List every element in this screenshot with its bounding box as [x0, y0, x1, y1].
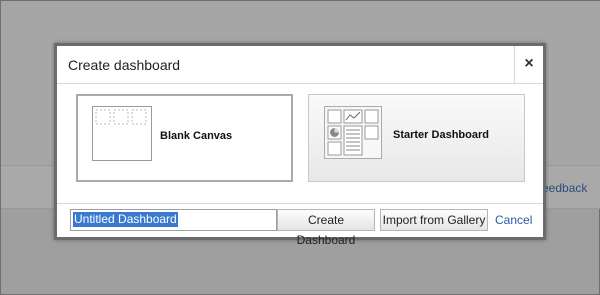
dialog-footer: Untitled Dashboard Create Dashboard Impo… [57, 204, 543, 247]
blank-canvas-option[interactable]: Blank Canvas [76, 94, 293, 182]
blank-canvas-label: Blank Canvas [160, 130, 233, 142]
import-from-gallery-button[interactable]: Import from Gallery [380, 209, 488, 231]
cancel-link[interactable]: Cancel [495, 213, 532, 227]
close-button[interactable]: × [514, 46, 543, 83]
create-dashboard-dialog: Create dashboard × Blank Canvas Starter … [54, 43, 546, 247]
blank-canvas-thumbnail-icon [92, 106, 152, 161]
starter-dashboard-option[interactable]: Starter Dashboard [308, 94, 525, 182]
dialog-title: Create dashboard [68, 57, 181, 73]
starter-dashboard-thumbnail-icon [324, 106, 382, 159]
starter-dashboard-label: Starter Dashboard [393, 129, 489, 141]
feedback-link[interactable]: eedback [542, 181, 587, 195]
dashboard-name-input[interactable] [70, 209, 277, 231]
dialog-header: Create dashboard × [57, 46, 543, 84]
create-dashboard-button[interactable]: Create Dashboard [277, 209, 375, 247]
